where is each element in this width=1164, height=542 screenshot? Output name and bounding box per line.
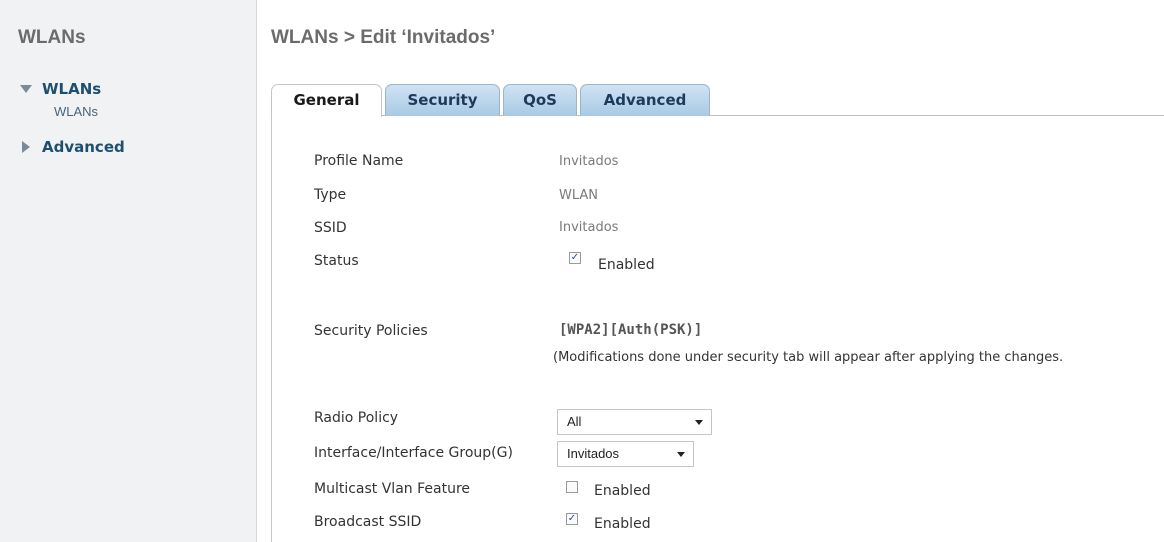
triangle-right-icon (22, 141, 30, 153)
tab-general[interactable]: General (271, 84, 382, 117)
security-policies-note: (Modifications done under security tab w… (553, 350, 1064, 365)
triangle-down-icon (20, 85, 32, 93)
security-policies-label: Security Policies (314, 323, 428, 339)
tab-advanced[interactable]: Advanced (580, 84, 710, 116)
main-panel: WLANs > Edit ‘Invitados’ General Securit… (257, 0, 1164, 542)
sidebar-item-label: WLANs (42, 80, 102, 98)
caret-down-icon (677, 452, 685, 457)
sidebar-item-wlans[interactable]: WLANs (20, 80, 101, 98)
sidebar-title: WLANs (18, 27, 86, 48)
broadcast-ssid-checkbox[interactable]: ✓ (566, 513, 578, 525)
checkmark-icon: ✓ (567, 513, 577, 524)
status-label: Status (314, 253, 359, 269)
broadcast-ssid-label: Broadcast SSID (314, 514, 422, 530)
type-value: WLAN (559, 188, 599, 203)
ssid-label: SSID (314, 220, 347, 236)
tab-security[interactable]: Security (385, 84, 500, 116)
multicast-vlan-label: Multicast Vlan Feature (314, 481, 471, 497)
profile-name-label: Profile Name (314, 153, 404, 169)
sidebar-item-label: Advanced (42, 138, 125, 156)
sidebar-subitem-wlans[interactable]: WLANs (54, 104, 98, 119)
sidebar-item-advanced[interactable]: Advanced (20, 138, 125, 156)
radio-policy-selected: All (567, 414, 582, 429)
broadcast-ssid-enabled-label: Enabled (594, 516, 651, 532)
security-policies-value: [WPA2][Auth(PSK)] (559, 322, 703, 338)
page-title: WLANs > Edit ‘Invitados’ (271, 27, 496, 48)
multicast-vlan-checkbox[interactable] (566, 481, 578, 493)
ssid-value: Invitados (559, 220, 619, 235)
profile-name-value: Invitados (559, 154, 619, 169)
caret-down-icon (695, 420, 703, 425)
general-form: Profile Name Invitados Type WLAN SSID In… (271, 116, 1164, 542)
interface-group-label: Interface/Interface Group(G) (314, 445, 513, 461)
type-label: Type (314, 187, 347, 203)
sidebar: WLANs WLANs WLANs Advanced (0, 0, 257, 542)
multicast-vlan-enabled-label: Enabled (594, 483, 651, 499)
radio-policy-label: Radio Policy (314, 410, 399, 426)
interface-group-select[interactable]: Invitados (557, 441, 694, 467)
tab-qos[interactable]: QoS (503, 84, 577, 116)
interface-group-selected: Invitados (567, 446, 620, 461)
status-enabled-label: Enabled (598, 257, 655, 273)
radio-policy-select[interactable]: All (557, 409, 712, 435)
checkmark-icon: ✓ (570, 252, 580, 263)
status-checkbox[interactable]: ✓ (569, 252, 581, 264)
